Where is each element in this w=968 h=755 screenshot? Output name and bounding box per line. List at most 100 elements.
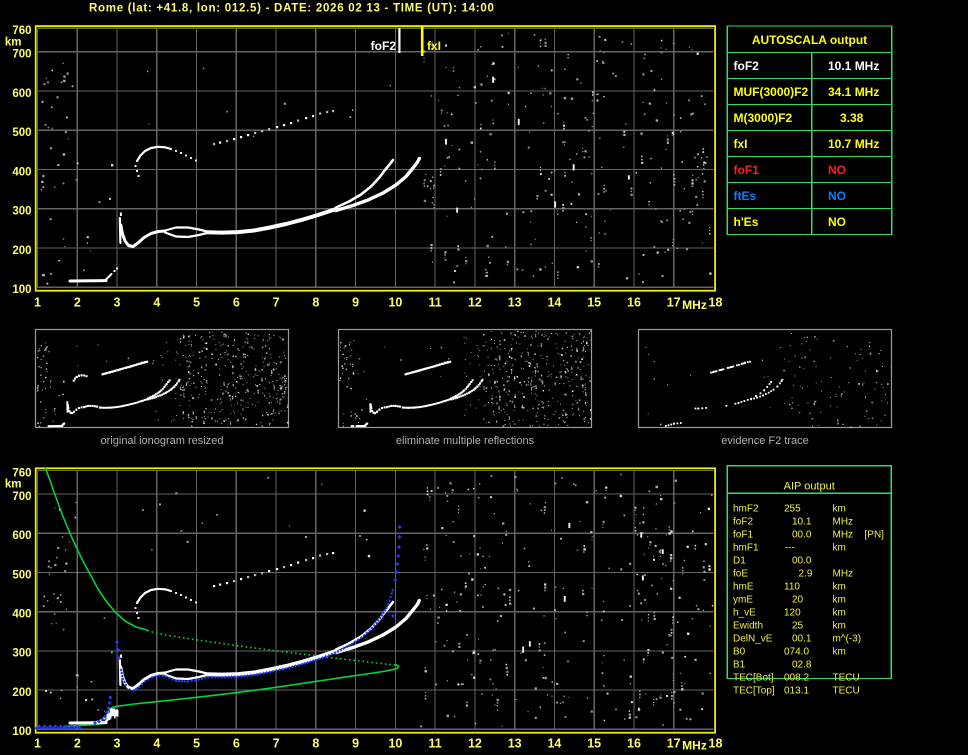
svg-text:18: 18 bbox=[709, 296, 723, 310]
svg-text:7: 7 bbox=[273, 737, 280, 751]
svg-text:400: 400 bbox=[12, 166, 31, 178]
svg-text:Ewidth: Ewidth bbox=[733, 621, 763, 632]
svg-text:120: 120 bbox=[784, 608, 801, 619]
svg-text:13: 13 bbox=[508, 737, 522, 751]
svg-text:10.1 MHz: 10.1 MHz bbox=[828, 59, 879, 73]
svg-text:AUTOSCALA output: AUTOSCALA output bbox=[752, 33, 867, 47]
svg-text:10.1: 10.1 bbox=[792, 517, 812, 528]
svg-text:MUF(3000)F2: MUF(3000)F2 bbox=[734, 85, 809, 99]
svg-text:9: 9 bbox=[352, 296, 359, 310]
svg-text:34.1 MHz: 34.1 MHz bbox=[828, 85, 879, 99]
svg-text:8: 8 bbox=[312, 737, 319, 751]
svg-text:16: 16 bbox=[627, 296, 641, 310]
svg-text:17: 17 bbox=[667, 737, 681, 751]
svg-text:2: 2 bbox=[74, 296, 81, 310]
svg-text:km: km bbox=[833, 595, 846, 606]
svg-text:km: km bbox=[833, 608, 846, 619]
svg-text:3.38: 3.38 bbox=[840, 111, 864, 125]
svg-text:eliminate multiple reflections: eliminate multiple reflections bbox=[396, 435, 535, 447]
svg-text:Rome (lat: +41.8, lon: 012.5): Rome (lat: +41.8, lon: 012.5) - DATE: 20… bbox=[89, 3, 495, 15]
svg-text:AIP output: AIP output bbox=[784, 480, 835, 492]
svg-text:255: 255 bbox=[784, 504, 801, 515]
svg-text:200: 200 bbox=[12, 687, 31, 699]
svg-text:12: 12 bbox=[468, 737, 482, 751]
svg-text:5: 5 bbox=[193, 737, 200, 751]
svg-text:6: 6 bbox=[233, 296, 240, 310]
svg-text:MHz: MHz bbox=[682, 298, 707, 312]
svg-text:25: 25 bbox=[792, 621, 804, 632]
svg-text:D1: D1 bbox=[733, 556, 746, 567]
svg-text:18: 18 bbox=[709, 737, 723, 751]
svg-text:10: 10 bbox=[388, 737, 402, 751]
svg-text:km: km bbox=[833, 647, 846, 658]
svg-text:hmF2: hmF2 bbox=[733, 504, 759, 515]
svg-text:100: 100 bbox=[12, 726, 31, 738]
svg-text:1: 1 bbox=[34, 737, 41, 751]
svg-text:100: 100 bbox=[12, 284, 31, 296]
svg-text:013.1: 013.1 bbox=[784, 686, 809, 697]
svg-text:h_vE: h_vE bbox=[733, 608, 756, 619]
svg-text:[PN]: [PN] bbox=[865, 530, 885, 541]
svg-text:17: 17 bbox=[667, 296, 681, 310]
svg-text:MHz: MHz bbox=[833, 517, 854, 528]
svg-text:00.0: 00.0 bbox=[792, 530, 812, 541]
svg-text:B0: B0 bbox=[733, 647, 746, 658]
svg-text:foE: foE bbox=[733, 569, 748, 580]
svg-text:00.1: 00.1 bbox=[792, 634, 812, 645]
svg-text:km: km bbox=[5, 37, 22, 49]
svg-text:11: 11 bbox=[428, 737, 441, 751]
svg-text:MHz: MHz bbox=[682, 739, 707, 753]
svg-text:6: 6 bbox=[233, 737, 240, 751]
svg-text:200: 200 bbox=[12, 245, 31, 257]
svg-text:B1: B1 bbox=[733, 660, 746, 671]
svg-text:NO: NO bbox=[828, 215, 846, 229]
svg-text:4: 4 bbox=[153, 296, 160, 310]
svg-text:km: km bbox=[833, 621, 846, 632]
svg-text:20: 20 bbox=[792, 595, 804, 606]
svg-text:074.0: 074.0 bbox=[784, 647, 809, 658]
svg-text:110: 110 bbox=[784, 582, 800, 593]
svg-text:02.8: 02.8 bbox=[792, 660, 812, 671]
svg-text:fxI: fxI bbox=[734, 137, 748, 151]
svg-text:km: km bbox=[833, 582, 846, 593]
svg-text:400: 400 bbox=[12, 609, 31, 621]
svg-text:original ionogram resized: original ionogram resized bbox=[101, 435, 224, 447]
svg-text:300: 300 bbox=[12, 648, 31, 660]
svg-text:foF1: foF1 bbox=[734, 163, 760, 177]
svg-text:MHz: MHz bbox=[833, 530, 854, 541]
svg-text:10: 10 bbox=[388, 296, 402, 310]
svg-text:3: 3 bbox=[114, 737, 121, 751]
svg-text:00.0: 00.0 bbox=[792, 556, 812, 567]
svg-text:760: 760 bbox=[12, 25, 31, 37]
svg-text:1: 1 bbox=[34, 296, 41, 310]
svg-text:hmF1: hmF1 bbox=[733, 543, 759, 554]
svg-text:008.2: 008.2 bbox=[784, 673, 809, 684]
svg-text:500: 500 bbox=[12, 127, 31, 139]
svg-text:14: 14 bbox=[547, 296, 561, 310]
svg-text:5: 5 bbox=[193, 296, 200, 310]
svg-text:14: 14 bbox=[547, 737, 561, 751]
svg-text:760: 760 bbox=[12, 467, 31, 479]
svg-text:NO: NO bbox=[828, 189, 846, 203]
svg-text:DelN_vE: DelN_vE bbox=[733, 634, 773, 645]
svg-text:foF2: foF2 bbox=[371, 39, 397, 53]
svg-text:700: 700 bbox=[12, 49, 31, 61]
svg-text:300: 300 bbox=[12, 206, 31, 218]
svg-text:h'Es: h'Es bbox=[734, 215, 759, 229]
svg-text:4: 4 bbox=[153, 737, 160, 751]
svg-text:km: km bbox=[5, 479, 22, 491]
svg-text:evidence F2 trace: evidence F2 trace bbox=[721, 435, 808, 447]
svg-text:MHz: MHz bbox=[833, 569, 854, 580]
svg-text:ymE: ymE bbox=[733, 595, 753, 606]
svg-text:10.7 MHz: 10.7 MHz bbox=[828, 137, 879, 151]
svg-text:foF1: foF1 bbox=[733, 530, 753, 541]
svg-text:m^(-3): m^(-3) bbox=[833, 634, 862, 645]
svg-text:TEC[Top]: TEC[Top] bbox=[733, 686, 775, 697]
svg-text:2.9: 2.9 bbox=[799, 569, 813, 580]
svg-text:3: 3 bbox=[114, 296, 121, 310]
svg-text:9: 9 bbox=[352, 737, 359, 751]
svg-text:TECU: TECU bbox=[833, 673, 860, 684]
svg-text:15: 15 bbox=[587, 737, 601, 751]
svg-text:foF2: foF2 bbox=[734, 59, 760, 73]
svg-text:---: --- bbox=[785, 543, 795, 554]
